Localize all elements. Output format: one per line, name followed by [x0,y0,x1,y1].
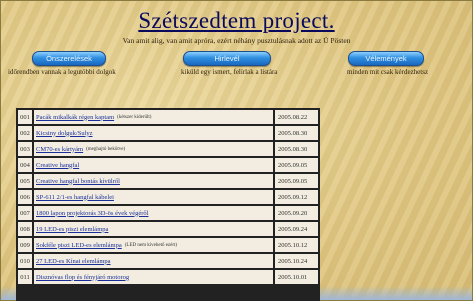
row-title-cell: Sokféle piszi LED-es elemlámpa (LED nem k… [34,238,273,252]
project-link[interactable]: Pacák mikalkák régen kaptam [36,114,114,121]
table-row: 003 CM70-es kártyám (meghajtó bekötve) 2005… [18,142,318,156]
row-number: 001 [18,110,32,124]
row-date: 2005.08.30 [275,142,318,156]
row-date: 2005.08.22 [275,110,318,124]
row-number: 005 [18,174,32,188]
table-row: 007 1800 lapon projektorás 3D-ös évek vég… [18,206,318,220]
row-note: (kétszer kiderült) [117,114,152,120]
row-number: 009 [18,238,32,252]
row-title-cell: CM70-es kártyám (meghajtó bekötve) [34,142,273,156]
row-date: 2005.10.01 [275,270,318,284]
row-number: 007 [18,206,32,220]
project-link[interactable]: 27 LED-es Kínai elemlámpa [36,258,111,265]
row-note: (meghajtó bekötve) [86,146,126,152]
row-title-cell: 1800 lapon projektorás 3D-ös évek végérő… [34,206,273,220]
row-date: 2005.09.24 [275,222,318,236]
row-number: 008 [18,222,32,236]
row-title-cell: Disznóvas flop és fényjáró motorog [34,270,273,284]
project-rows: 001 Pacák mikalkák régen kaptam (kétszer k… [18,110,318,284]
row-number: 010 [18,254,32,268]
project-link[interactable]: Creative hangfal bontás kívülről [36,178,120,185]
table-row: 010 27 LED-es Kínai elemlámpa 2005.10.24 [18,254,318,268]
row-title-cell: Creative hangfal [34,158,273,172]
table-row: 002 Kicsiny dolguk/Sulyz 2005.08.30 [18,126,318,140]
project-link[interactable]: 1800 lapon projektorás 3D-ös évek végérő… [36,210,148,217]
row-title-cell: 27 LED-es Kínai elemlámpa [34,254,273,268]
table-row: 005 Creative hangfal bontás kívülről 2005.… [18,174,318,188]
table-row: 006 SP-611 2/1-es hangfal kábelei 2005.09.… [18,190,318,204]
row-number: 011 [18,270,32,284]
table-row: 004 Creative hangfal 2005.09.05 [18,158,318,172]
row-number: 002 [18,126,32,140]
nav-button-0[interactable]: Önszerelések [32,51,106,66]
project-link[interactable]: CM70-es kártyám [36,146,83,153]
nav-caption-1: kiküld egy ismert, felírlak a listára [181,68,278,76]
nav-caption-2: minden mit csak kérdezhetsz [347,68,429,76]
page-title: Szétszedtem project. [138,8,335,33]
row-title-cell: Kicsiny dolguk/Sulyz [34,126,273,140]
row-title-cell: SP-611 2/1-es hangfal kábelei [34,190,273,204]
row-title-cell: Pacák mikalkák régen kaptam (kétszer kide… [34,110,273,124]
row-date: 2005.10.12 [275,238,318,252]
nav-button-1[interactable]: Hirlevél [183,51,271,66]
page-subtitle: Van amit alig, van amit apróra, ezért né… [122,36,351,45]
nav-button-2[interactable]: Vélemények [348,51,424,66]
row-number: 006 [18,190,32,204]
row-date: 2005.09.05 [275,158,318,172]
row-date: 2005.09.12 [275,190,318,204]
project-link[interactable]: Creative hangfal [36,162,79,169]
row-note: (LED nem kivehető ezért) [124,242,178,248]
project-link[interactable]: Kicsiny dolguk/Sulyz [36,130,93,137]
table-row: 009 Sokféle piszi LED-es elemlámpa (LED ne… [18,238,318,252]
project-link[interactable]: Disznóvas flop és fényjáró motorog [36,274,129,281]
row-number: 003 [18,142,32,156]
project-link[interactable]: Sokféle piszi LED-es elemlámpa [36,242,122,249]
project-table: 001 Pacák mikalkák régen kaptam (kétszer k… [16,108,320,301]
row-number: 004 [18,158,32,172]
row-title-cell: 19 LED-es piszi elemlámpa [34,222,273,236]
table-row: 011 Disznóvas flop és fényjáró motorog 200… [18,270,318,284]
row-date: 2005.09.05 [275,174,318,188]
table-row: 001 Pacák mikalkák régen kaptam (kétszer k… [18,110,318,124]
table-row: 008 19 LED-es piszi elemlámpa 2005.09.24 [18,222,318,236]
row-date: 2005.08.30 [275,126,318,140]
project-link[interactable]: SP-611 2/1-es hangfal kábelei [36,194,114,201]
row-date: 2005.10.24 [275,254,318,268]
row-date: 2005.09.20 [275,206,318,220]
nav-caption-0: időrendben vannak a legutóbbi dolgok [8,68,116,76]
row-title-cell: Creative hangfal bontás kívülről [34,174,273,188]
project-link[interactable]: 19 LED-es piszi elemlámpa [36,226,108,233]
